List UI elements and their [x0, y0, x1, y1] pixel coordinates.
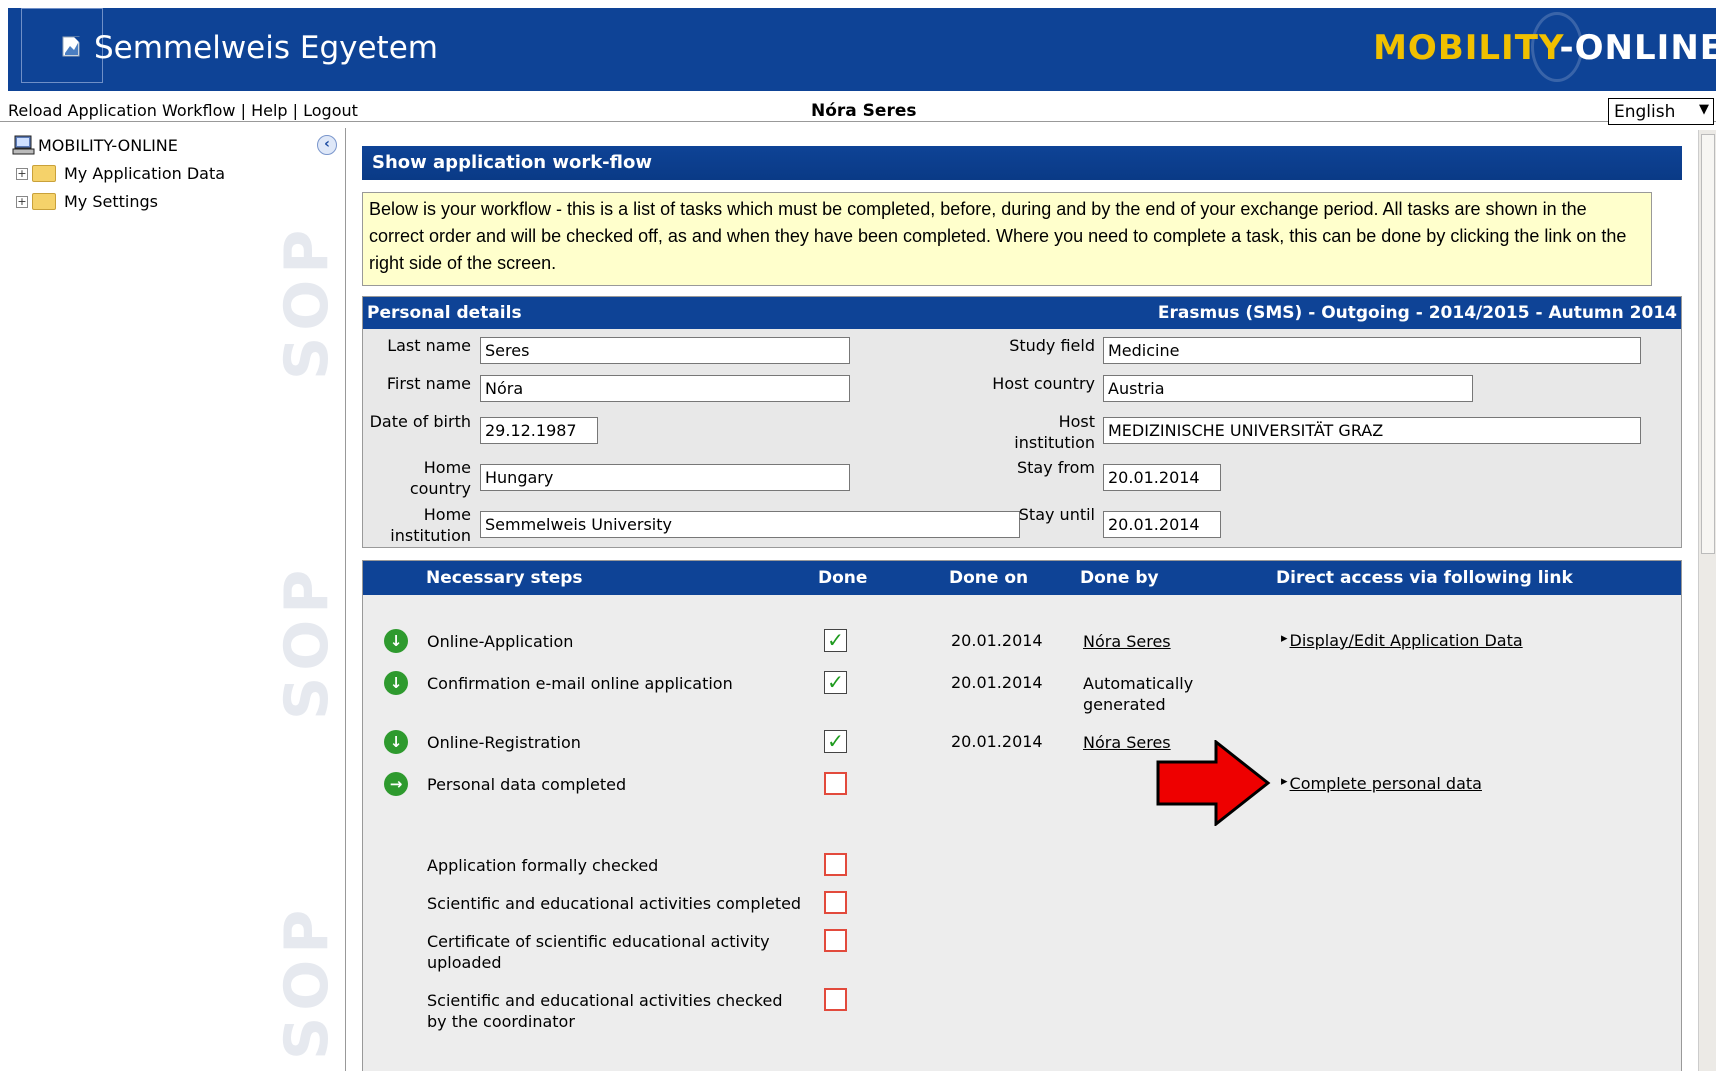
- home-institution-field[interactable]: Semmelweis University: [480, 511, 1020, 538]
- last-name-label: Last name: [387, 336, 471, 355]
- done-checkbox: [824, 988, 847, 1011]
- dob-label: Date of birth: [369, 412, 471, 431]
- col-direct-access: Direct access via following link: [1276, 568, 1573, 588]
- current-user-name: Nóra Seres: [811, 101, 917, 121]
- done-checkbox: [824, 929, 847, 952]
- tree-root-label: MOBILITY-ONLINE: [38, 135, 178, 155]
- step-date: 20.01.2014: [951, 732, 1043, 751]
- vertical-scrollbar[interactable]: [1698, 130, 1716, 1071]
- sidebar-item-my-application-data[interactable]: + My Application Data: [16, 164, 225, 183]
- language-select[interactable]: English ▼: [1608, 98, 1714, 125]
- down-arrow-icon: ↓: [384, 671, 408, 695]
- first-name-field[interactable]: Nóra: [480, 375, 850, 402]
- done-checkbox: ✓: [824, 730, 847, 753]
- host-country-field[interactable]: Austria: [1103, 375, 1473, 402]
- reload-workflow-link[interactable]: Reload Application Workflow: [8, 101, 235, 120]
- step-name: Online-Registration: [427, 733, 581, 752]
- col-necessary-steps: Necessary steps: [426, 568, 583, 588]
- sidebar: MOBILITY-ONLINE ‹ + My Application Data …: [0, 128, 346, 1071]
- done-by-link[interactable]: Nóra Seres: [1083, 631, 1171, 652]
- last-name-field[interactable]: Seres: [480, 337, 850, 364]
- done-checkbox: ✓: [824, 629, 847, 652]
- study-field-field[interactable]: Medicine: [1103, 337, 1641, 364]
- display-edit-application-link[interactable]: Display/Edit Application Data: [1281, 631, 1523, 650]
- workflow-steps-panel: Necessary steps Done Done on Done by Dir…: [362, 560, 1682, 1071]
- intro-text: Below is your workflow - this is a list …: [362, 192, 1652, 286]
- brand-text-mobility: MOBILITY: [1373, 28, 1560, 68]
- col-done: Done: [818, 568, 868, 588]
- stay-from-field[interactable]: 20.01.2014: [1103, 464, 1221, 491]
- watermark-sop: SOP: [272, 563, 342, 720]
- host-institution-label: Host institution: [1014, 412, 1095, 452]
- sidebar-item-label: My Settings: [64, 192, 158, 211]
- stay-until-label: Stay until: [1018, 505, 1095, 524]
- top-nav-links: Reload Application Workflow | Help | Log…: [8, 101, 358, 120]
- dropdown-arrow-icon: ▼: [1699, 102, 1709, 117]
- done-checkbox: [824, 891, 847, 914]
- nav-separator: |: [240, 101, 252, 120]
- step-name: Confirmation e-mail online application: [427, 674, 733, 693]
- folder-icon: [32, 165, 56, 182]
- first-name-label: First name: [386, 374, 471, 393]
- col-done-by: Done by: [1080, 568, 1159, 588]
- expand-icon[interactable]: +: [16, 195, 28, 208]
- step-name: Application formally checked: [427, 856, 659, 875]
- sidebar-item-label: My Application Data: [64, 164, 226, 183]
- personal-details-panel: Personal details Erasmus (SMS) - Outgoin…: [362, 296, 1682, 548]
- step-date: 20.01.2014: [951, 673, 1043, 692]
- watermark-sop: SOP: [272, 903, 342, 1060]
- down-arrow-icon: ↓: [384, 629, 408, 653]
- watermark-sop: SOP: [272, 223, 342, 380]
- dob-field[interactable]: 29.12.1987: [480, 417, 598, 444]
- sidebar-item-my-settings[interactable]: + My Settings: [16, 192, 158, 211]
- language-value: English: [1614, 102, 1676, 122]
- home-institution-label: Home institution: [390, 505, 471, 545]
- collapse-sidebar-button[interactable]: ‹: [317, 135, 337, 155]
- scrollbar-thumb[interactable]: [1701, 134, 1715, 554]
- step-name: Scientific and educational activities ch…: [427, 991, 783, 1031]
- down-arrow-icon: ↓: [384, 730, 408, 754]
- step-name: Online-Application: [427, 632, 574, 651]
- right-arrow-icon: →: [384, 772, 408, 796]
- personal-details-header: Personal details Erasmus (SMS) - Outgoin…: [363, 297, 1681, 329]
- main-content: Show application work-flow Below is your…: [362, 146, 1682, 1071]
- done-checkbox: ✓: [824, 671, 847, 694]
- app-title: Semmelweis Egyetem: [94, 30, 438, 66]
- personal-details-title: Personal details: [367, 303, 522, 323]
- col-done-on: Done on: [949, 568, 1029, 588]
- stay-until-field[interactable]: 20.01.2014: [1103, 511, 1221, 538]
- home-country-label: Home country: [409, 458, 471, 498]
- step-name: Scientific and educational activities co…: [427, 894, 802, 913]
- folder-icon: [32, 193, 56, 210]
- section-title: Show application work-flow: [362, 146, 1682, 180]
- broken-image-icon: [62, 36, 80, 57]
- help-link[interactable]: Help: [251, 101, 287, 120]
- computer-icon: [12, 135, 35, 155]
- top-nav-bar: Reload Application Workflow | Help | Log…: [0, 92, 1716, 122]
- done-checkbox: [824, 772, 847, 795]
- host-institution-field[interactable]: MEDIZINISCHE UNIVERSITÄT GRAZ: [1103, 417, 1641, 444]
- stay-from-label: Stay from: [1016, 458, 1095, 477]
- app-header: Semmelweis Egyetem MOBILITY-ONLINE: [8, 8, 1716, 91]
- step-name: Personal data completed: [427, 775, 627, 794]
- done-checkbox: [824, 853, 847, 876]
- done-by-text: Automatically generated: [1083, 674, 1194, 714]
- logout-link[interactable]: Logout: [303, 101, 358, 120]
- step-name: Certificate of scientific educational ac…: [427, 932, 770, 972]
- expand-icon[interactable]: +: [16, 167, 28, 180]
- logo-frame: [21, 8, 103, 83]
- complete-personal-data-link[interactable]: Complete personal data: [1281, 774, 1482, 793]
- study-field-label: Study field: [1009, 336, 1095, 355]
- red-arrow-annotation-icon: [1156, 740, 1271, 826]
- brand-logo: MOBILITY-ONLINE: [1373, 28, 1716, 68]
- program-title: Erasmus (SMS) - Outgoing - 2014/2015 - A…: [1157, 303, 1677, 323]
- brand-text-online: -ONLINE: [1559, 28, 1716, 68]
- nav-separator: |: [292, 101, 304, 120]
- home-country-field[interactable]: Hungary: [480, 464, 850, 491]
- host-country-label: Host country: [992, 374, 1095, 393]
- step-date: 20.01.2014: [951, 631, 1043, 650]
- tree-root[interactable]: MOBILITY-ONLINE: [12, 135, 178, 155]
- steps-table-header: Necessary steps Done Done on Done by Dir…: [363, 561, 1681, 595]
